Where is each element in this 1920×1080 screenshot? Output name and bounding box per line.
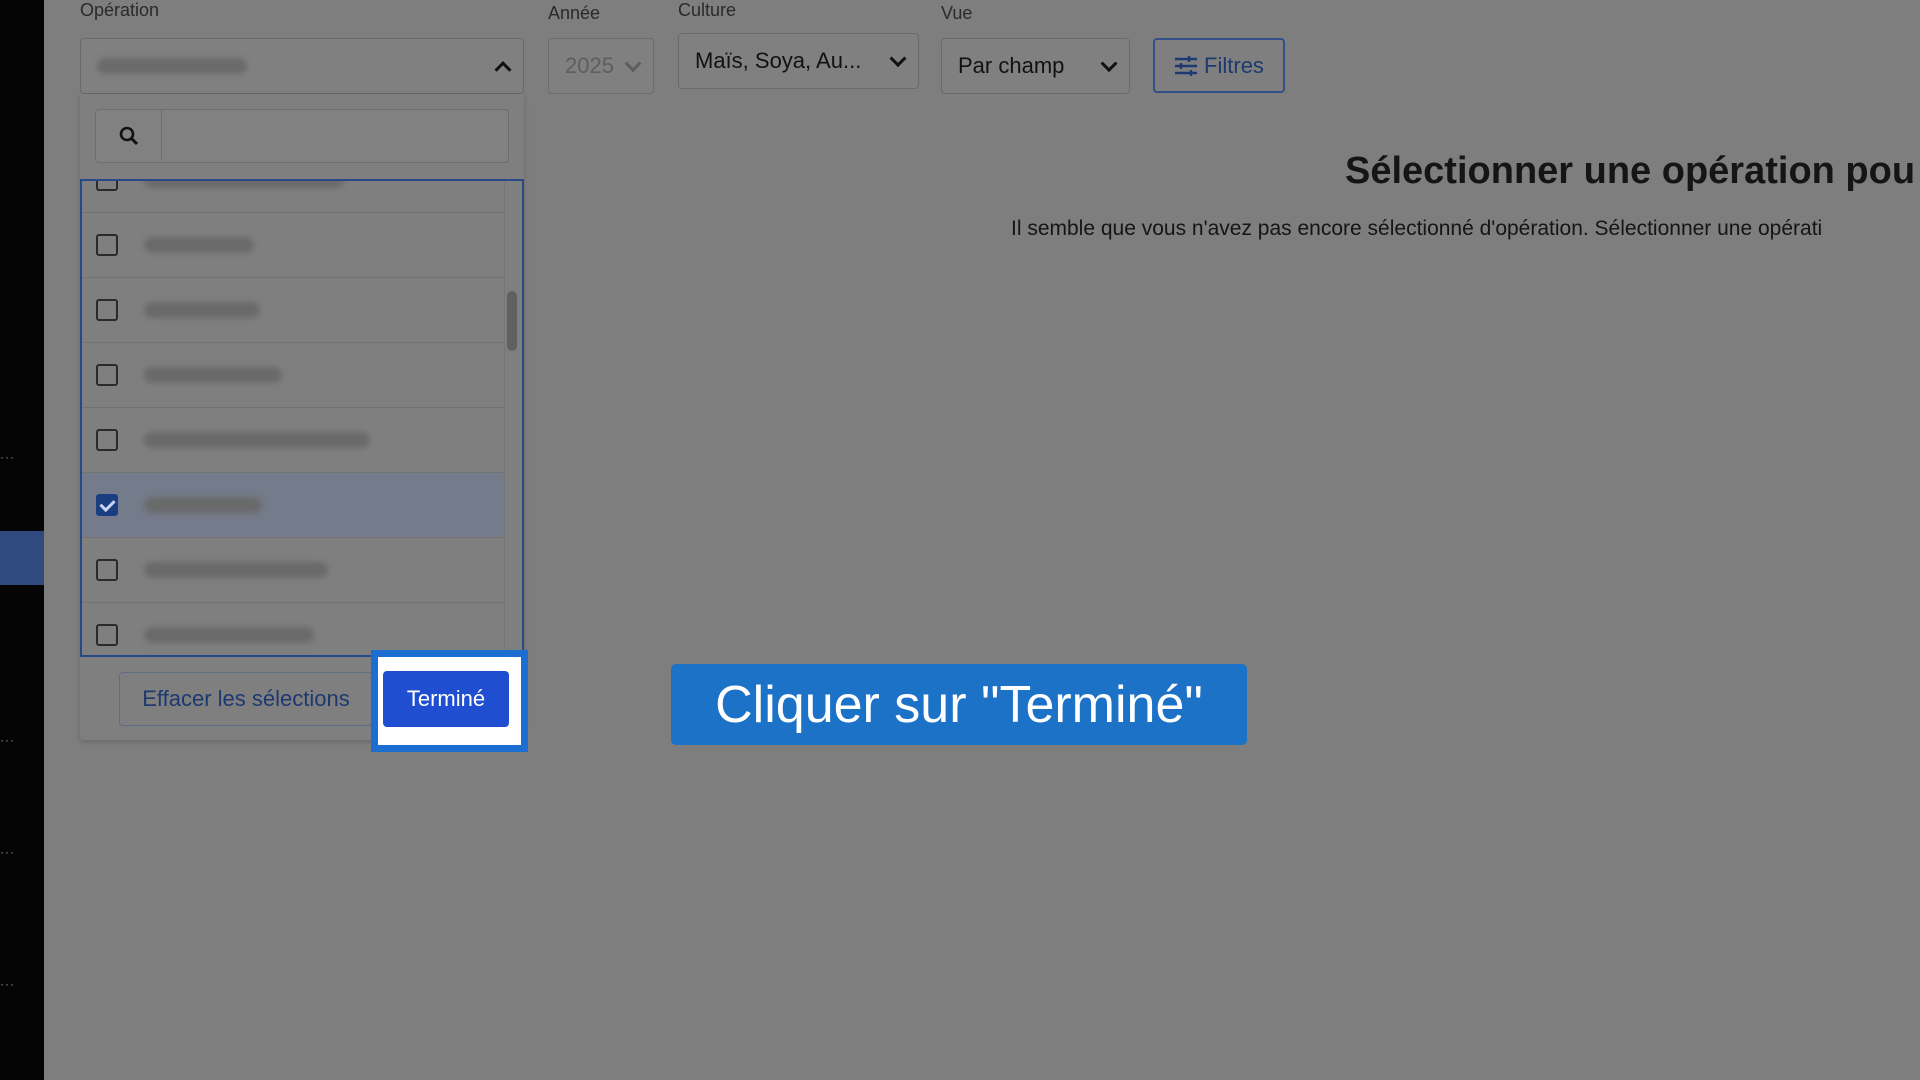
list-item[interactable]: [82, 408, 504, 473]
year-label: Année: [548, 3, 601, 23]
operation-label: Opération: [80, 0, 160, 20]
scrollbar-track[interactable]: [504, 181, 505, 655]
list-item-selected[interactable]: [82, 473, 504, 538]
scrollbar-thumb[interactable]: [507, 291, 517, 351]
filters-button[interactable]: Filtres: [1153, 38, 1285, 93]
list-item-label: [144, 432, 370, 448]
sidebar-item-more-icon[interactable]: ···: [0, 846, 14, 858]
list-item-label: [144, 562, 328, 578]
sliders-icon: [1175, 55, 1198, 76]
list-item[interactable]: [82, 538, 504, 603]
operation-selected-value: [97, 58, 247, 74]
view-label: Vue: [941, 3, 973, 23]
operation-select[interactable]: [80, 38, 524, 94]
crop-label: Culture: [678, 0, 737, 20]
clear-selections-button[interactable]: Effacer les sélections: [119, 672, 373, 726]
checkbox[interactable]: [96, 364, 118, 386]
operation-list[interactable]: [80, 179, 524, 657]
done-button[interactable]: Terminé: [383, 671, 509, 727]
sidebar-item-more-icon[interactable]: ···: [0, 734, 14, 746]
checkbox[interactable]: [96, 181, 118, 191]
chevron-down-icon: [624, 55, 642, 73]
year-value: 2025: [565, 53, 614, 78]
list-item[interactable]: [82, 278, 504, 343]
list-item-label: [144, 497, 262, 513]
checkbox[interactable]: [96, 559, 118, 581]
crop-value: Maïs, Soya, Au...: [695, 48, 862, 73]
checkbox[interactable]: [96, 624, 118, 646]
filters-button-label: Filtres: [1204, 52, 1264, 78]
list-item-label: [144, 367, 282, 383]
view-value: Par champ: [958, 53, 1065, 78]
list-item-label: [144, 627, 314, 643]
list-item-label: [144, 181, 344, 188]
operation-dropdown-panel: Effacer les sélections: [80, 94, 524, 740]
search-icon-cell: [96, 110, 162, 161]
list-item[interactable]: [82, 603, 504, 655]
year-select[interactable]: 2025: [548, 38, 654, 94]
list-item-label: [144, 237, 254, 253]
search-icon: [119, 126, 138, 145]
checkbox[interactable]: [96, 429, 118, 451]
sidebar-item-more-icon[interactable]: ···: [0, 451, 14, 463]
checkbox-checked[interactable]: [96, 494, 118, 516]
list-item[interactable]: [82, 181, 504, 213]
empty-state-subtitle: Il semble que vous n'avez pas encore sél…: [1011, 217, 1823, 240]
sidebar-active-item[interactable]: [0, 531, 44, 585]
list-item[interactable]: [82, 213, 504, 278]
empty-state-title: Sélectionner une opération pou: [1345, 150, 1916, 192]
instruction-callout: Cliquer sur "Terminé": [671, 664, 1247, 745]
app-sidebar: ··· ··· ··· ···: [0, 0, 44, 1080]
chevron-down-icon: [1100, 55, 1118, 73]
checkbox[interactable]: [96, 299, 118, 321]
list-item[interactable]: [82, 343, 504, 408]
operation-search-input[interactable]: [95, 109, 509, 163]
checkbox[interactable]: [96, 234, 118, 256]
view-select[interactable]: Par champ: [941, 38, 1130, 94]
chevron-up-icon: [494, 61, 512, 79]
chevron-down-icon: [889, 50, 907, 68]
list-item-label: [144, 302, 260, 318]
sidebar-item-more-icon[interactable]: ···: [0, 978, 14, 990]
crop-select[interactable]: Maïs, Soya, Au...: [678, 33, 919, 89]
